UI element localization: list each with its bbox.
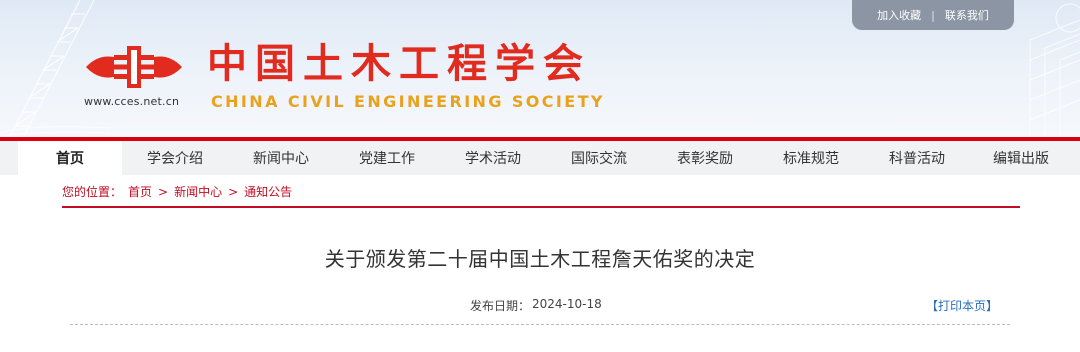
nav-item-label: 学会介绍 [147, 151, 203, 167]
breadcrumb-home[interactable]: 首页 [128, 183, 152, 200]
breadcrumb-prefix: 您的位置： [62, 185, 123, 199]
contact-us-link[interactable]: 联系我们 [945, 7, 989, 23]
site-url: www.cces.net.cn [84, 95, 180, 108]
header-banner: 加入收藏 | 联系我们 www.cces.net.cn 中国土木工程学会 CHI… [0, 0, 1080, 140]
nav-item-label: 编辑出版 [993, 151, 1049, 167]
nav-item-party[interactable]: 党建工作 [334, 141, 440, 175]
society-english-name: CHINA CIVIL ENGINEERING SOCIETY [211, 92, 605, 111]
nav-item-standards[interactable]: 标准规范 [758, 141, 864, 175]
nav-item-home[interactable]: 首页 [18, 141, 122, 175]
toplinks-separator: | [931, 8, 935, 22]
nav-item-about[interactable]: 学会介绍 [122, 141, 228, 175]
publish-date-value: 2024-10-18 [532, 297, 602, 311]
main-nav: 首页 学会介绍 新闻中心 党建工作 学术活动 国际交流 表彰奖励 标准规范 科普… [0, 141, 1080, 175]
nav-item-label: 党建工作 [359, 151, 415, 167]
nav-item-label: 科普活动 [889, 151, 945, 167]
nav-item-news[interactable]: 新闻中心 [228, 141, 334, 175]
breadcrumb-separator: > [158, 184, 169, 199]
breadcrumb-separator: > [228, 184, 239, 199]
article-title: 关于颁发第二十届中国土木工程詹天佑奖的决定 [324, 247, 756, 271]
publish-date-label: 发布日期： [470, 299, 531, 313]
nav-item-label: 首页 [56, 151, 84, 167]
add-favorite-link[interactable]: 加入收藏 [877, 7, 921, 23]
breadcrumb-news[interactable]: 新闻中心 [174, 183, 222, 200]
nav-item-academic[interactable]: 学术活动 [440, 141, 546, 175]
nav-item-label: 新闻中心 [253, 151, 309, 167]
top-links: 加入收藏 | 联系我们 [852, 0, 1014, 30]
nav-item-label: 标准规范 [783, 151, 839, 167]
publish-date: 发布日期： 2024-10-18 [470, 297, 602, 314]
nav-item-label: 国际交流 [571, 151, 627, 167]
nav-item-international[interactable]: 国际交流 [546, 141, 652, 175]
nav-item-science[interactable]: 科普活动 [864, 141, 970, 175]
society-chinese-name: 中国土木工程学会 [207, 40, 591, 87]
breadcrumb-notices[interactable]: 通知公告 [244, 183, 292, 200]
nav-item-awards[interactable]: 表彰奖励 [652, 141, 758, 175]
nav-item-label: 学术活动 [465, 151, 521, 167]
article-divider [70, 324, 1010, 325]
cces-logo-icon[interactable] [84, 44, 184, 90]
breadcrumb-divider [62, 206, 1020, 208]
breadcrumb: 您的位置： 首页 > 新闻中心 > 通知公告 [62, 183, 292, 200]
print-page-link[interactable]: 【打印本页】 [926, 297, 998, 314]
nav-item-label: 表彰奖励 [677, 151, 733, 167]
nav-item-publishing[interactable]: 编辑出版 [970, 141, 1072, 175]
